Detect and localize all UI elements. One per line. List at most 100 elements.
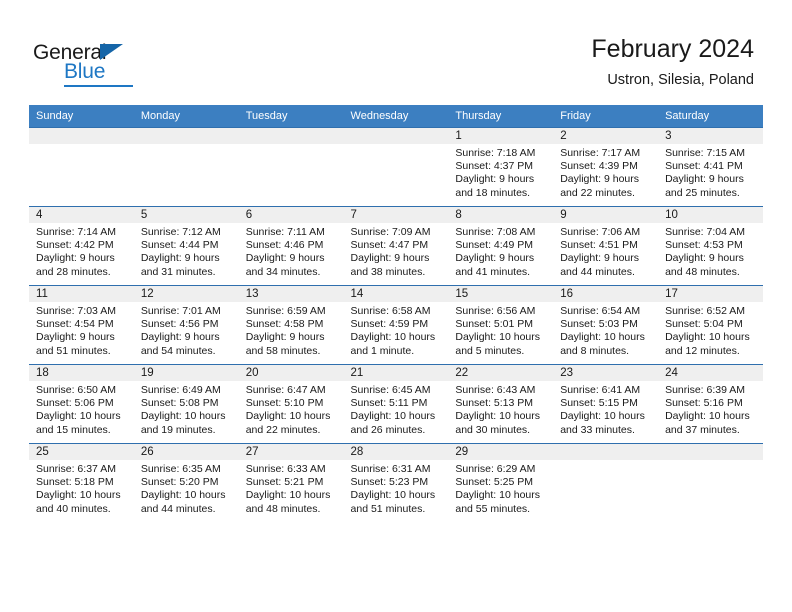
sunrise-time: Sunrise: 6:39 AM: [665, 384, 746, 396]
sunset-time: Sunset: 4:41 PM: [665, 160, 743, 173]
sunrise-time: Sunrise: 6:43 AM: [455, 384, 536, 396]
calendar-day-cell[interactable]: 19 Sunrise: 6:49 AM Sunset: 5:08 PM Dayligh…: [133, 364, 239, 444]
day-cell-inner: [238, 128, 344, 206]
day-sun-info: Sunrise: 6:47 AM Sunset: 5:10 PM Daylight:…: [239, 381, 344, 437]
daylight-duration-line-2: and 48 minutes.: [245, 502, 321, 515]
day-sun-info: Sunrise: 7:18 AM Sunset: 4:37 PM Daylight:…: [448, 144, 553, 200]
calendar-day-cell[interactable]: 6 Sunrise: 7:11 AM Sunset: 4:46 PM Daylight…: [238, 206, 344, 286]
calendar-week-row: 25 Sunrise: 6:37 AM Sunset: 5:18 PM Dayligh…: [29, 443, 763, 522]
day-sun-info: Sunrise: 7:01 AM Sunset: 4:56 PM Daylight:…: [134, 302, 239, 358]
day-number-band: 29: [448, 444, 554, 460]
day-sun-info: Sunrise: 6:37 AM Sunset: 5:18 PM Daylight:…: [29, 460, 134, 516]
sunrise-time: Sunrise: 6:37 AM: [36, 463, 116, 475]
page-subtitle: Ustron, Silesia, Poland: [607, 72, 754, 88]
calendar-day-cell[interactable]: 7 Sunrise: 7:09 AM Sunset: 4:47 PM Daylight…: [343, 206, 449, 286]
day-number-band: 7: [343, 207, 449, 223]
daylight-duration-line-2: and 18 minutes.: [455, 186, 531, 199]
day-number-band: 11: [29, 286, 134, 302]
day-number-band: [658, 444, 763, 460]
daylight-duration-line-2: and 58 minutes.: [245, 344, 321, 357]
daylight-duration-line-2: and 31 minutes.: [140, 265, 216, 278]
calendar-day-cell[interactable]: 17 Sunrise: 6:52 AM Sunset: 5:04 PM Dayligh…: [658, 285, 763, 365]
day-sun-info: Sunrise: 7:09 AM Sunset: 4:47 PM Daylight:…: [344, 223, 449, 279]
general-blue-logo[interactable]: General Blue: [33, 41, 163, 87]
day-number-band: [133, 128, 239, 144]
calendar-day-cell[interactable]: 28 Sunrise: 6:31 AM Sunset: 5:23 PM Dayligh…: [343, 443, 449, 522]
day-number-band: [29, 128, 134, 144]
calendar-day-cell[interactable]: 1 Sunrise: 7:18 AM Sunset: 4:37 PM Daylight…: [448, 127, 554, 207]
day-cell-inner: 6 Sunrise: 7:11 AM Sunset: 4:46 PM Daylight…: [238, 207, 344, 285]
day-sun-info: Sunrise: 6:45 AM Sunset: 5:11 PM Daylight:…: [344, 381, 449, 437]
day-sun-info: Sunrise: 7:12 AM Sunset: 4:44 PM Daylight:…: [134, 223, 239, 279]
day-number-band: 3: [658, 128, 763, 144]
logo-triangle-icon: [100, 44, 123, 60]
daylight-duration-line-2: and 15 minutes.: [36, 423, 111, 436]
day-number: 11: [36, 288, 48, 300]
daylight-duration-line-2: and 25 minutes.: [665, 186, 740, 199]
calendar-day-cell[interactable]: 13 Sunrise: 6:59 AM Sunset: 4:58 PM Dayligh…: [238, 285, 344, 365]
calendar-day-cell[interactable]: 23 Sunrise: 6:41 AM Sunset: 5:15 PM Dayligh…: [553, 364, 659, 444]
calendar-day-cell[interactable]: 8 Sunrise: 7:08 AM Sunset: 4:49 PM Daylight…: [448, 206, 554, 286]
calendar-day-cell[interactable]: 4 Sunrise: 7:14 AM Sunset: 4:42 PM Daylight…: [29, 206, 134, 286]
day-sun-info: Sunrise: 7:11 AM Sunset: 4:46 PM Daylight:…: [239, 223, 344, 279]
day-number: 2: [560, 130, 567, 142]
calendar-day-cell[interactable]: 20 Sunrise: 6:47 AM Sunset: 5:10 PM Dayligh…: [238, 364, 344, 444]
calendar-day-cell[interactable]: 24 Sunrise: 6:39 AM Sunset: 5:16 PM Dayligh…: [658, 364, 763, 444]
calendar-day-cell[interactable]: 15 Sunrise: 6:56 AM Sunset: 5:01 PM Dayligh…: [448, 285, 554, 365]
day-number-band: 18: [29, 365, 134, 381]
day-number-band: 17: [658, 286, 763, 302]
sunrise-time: Sunrise: 6:47 AM: [245, 384, 326, 396]
day-sun-info: Sunrise: 6:43 AM Sunset: 5:13 PM Daylight:…: [448, 381, 553, 437]
day-number-band: 6: [238, 207, 344, 223]
day-cell-inner: [553, 444, 659, 522]
daylight-duration-line-2: and 22 minutes.: [245, 423, 321, 436]
page-header: General Blue February 2024 Ustron, Siles…: [0, 0, 792, 104]
daylight-duration-line-1: Daylight: 10 hours: [245, 489, 331, 502]
calendar-day-cell[interactable]: 18 Sunrise: 6:50 AM Sunset: 5:06 PM Dayligh…: [29, 364, 134, 444]
day-sun-info: Sunrise: 7:15 AM Sunset: 4:41 PM Daylight:…: [658, 144, 763, 200]
calendar-day-cell[interactable]: 2 Sunrise: 7:17 AM Sunset: 4:39 PM Daylight…: [553, 127, 659, 207]
sunset-time: Sunset: 4:49 PM: [455, 239, 534, 252]
calendar-day-cell[interactable]: 25 Sunrise: 6:37 AM Sunset: 5:18 PM Dayligh…: [29, 443, 134, 522]
calendar-day-cell[interactable]: 22 Sunrise: 6:43 AM Sunset: 5:13 PM Dayligh…: [448, 364, 554, 444]
day-number: 23: [560, 367, 574, 379]
day-cell-inner: 24 Sunrise: 6:39 AM Sunset: 5:16 PM Dayligh…: [658, 365, 763, 443]
day-number: 27: [245, 446, 259, 458]
calendar-day-cell-empty: [133, 127, 239, 207]
calendar-day-cell[interactable]: 21 Sunrise: 6:45 AM Sunset: 5:11 PM Dayligh…: [343, 364, 449, 444]
sunset-time: Sunset: 4:54 PM: [36, 318, 114, 331]
daylight-duration-line-1: Daylight: 9 hours: [455, 173, 535, 186]
calendar-day-cell[interactable]: 29 Sunrise: 6:29 AM Sunset: 5:25 PM Dayligh…: [448, 443, 554, 522]
day-number-band: 4: [29, 207, 134, 223]
day-number: 1: [455, 130, 462, 142]
calendar-day-cell[interactable]: 12 Sunrise: 7:01 AM Sunset: 4:56 PM Dayligh…: [133, 285, 239, 365]
weekday-header-monday: Monday: [133, 105, 239, 128]
day-sun-info: Sunrise: 6:54 AM Sunset: 5:03 PM Daylight:…: [553, 302, 658, 358]
calendar-day-cell[interactable]: 3 Sunrise: 7:15 AM Sunset: 4:41 PM Daylight…: [658, 127, 763, 207]
day-number-band: 9: [553, 207, 659, 223]
sunset-time: Sunset: 4:37 PM: [455, 160, 534, 173]
calendar-day-cell[interactable]: 5 Sunrise: 7:12 AM Sunset: 4:44 PM Daylight…: [133, 206, 239, 286]
day-number-band: [343, 128, 449, 144]
calendar-day-cell[interactable]: 14 Sunrise: 6:58 AM Sunset: 4:59 PM Dayligh…: [343, 285, 449, 365]
day-sun-info: Sunrise: 7:06 AM Sunset: 4:51 PM Daylight:…: [553, 223, 658, 279]
calendar-day-cell[interactable]: 11 Sunrise: 7:03 AM Sunset: 4:54 PM Dayligh…: [29, 285, 134, 365]
day-sun-info: Sunrise: 6:50 AM Sunset: 5:06 PM Daylight:…: [29, 381, 134, 437]
calendar-day-cell[interactable]: 26 Sunrise: 6:35 AM Sunset: 5:20 PM Dayligh…: [133, 443, 239, 522]
sunset-time: Sunset: 5:11 PM: [350, 397, 428, 410]
day-number: 10: [665, 209, 678, 221]
day-number-band: 10: [658, 207, 763, 223]
calendar-day-cell[interactable]: 10 Sunrise: 7:04 AM Sunset: 4:53 PM Dayligh…: [658, 206, 763, 286]
daylight-duration-line-1: Daylight: 9 hours: [560, 173, 640, 186]
day-cell-inner: 8 Sunrise: 7:08 AM Sunset: 4:49 PM Daylight…: [448, 207, 554, 285]
sunrise-time: Sunrise: 6:45 AM: [350, 384, 431, 396]
calendar-day-cell[interactable]: 27 Sunrise: 6:33 AM Sunset: 5:21 PM Dayligh…: [238, 443, 344, 522]
day-number: 26: [140, 446, 154, 458]
day-cell-inner: [29, 128, 134, 206]
day-cell-inner: 4 Sunrise: 7:14 AM Sunset: 4:42 PM Daylight…: [29, 207, 134, 285]
day-number-band: 15: [448, 286, 554, 302]
sunset-time: Sunset: 4:47 PM: [350, 239, 429, 252]
calendar-day-cell[interactable]: 9 Sunrise: 7:06 AM Sunset: 4:51 PM Daylight…: [553, 206, 659, 286]
day-cell-inner: [343, 128, 449, 206]
calendar-day-cell[interactable]: 16 Sunrise: 6:54 AM Sunset: 5:03 PM Dayligh…: [553, 285, 659, 365]
